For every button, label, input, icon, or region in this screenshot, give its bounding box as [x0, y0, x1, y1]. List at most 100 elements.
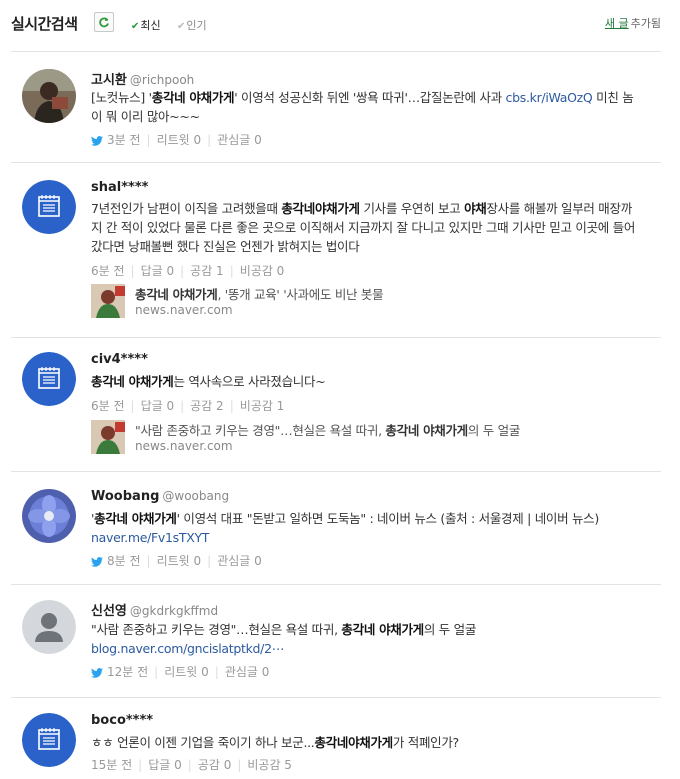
- sort-popular-label: 인기: [186, 19, 207, 32]
- sort-latest-tab[interactable]: ✔최신: [131, 17, 161, 33]
- favorite-count[interactable]: 관심글 0: [225, 665, 270, 679]
- meta-separator: |: [229, 399, 234, 413]
- body-text: "사람 존중하고 키우는 경영"…현실은 욕설 따귀,: [91, 622, 342, 637]
- post-time[interactable]: 6분 전: [91, 264, 125, 278]
- body-text: 가 적폐인가?: [392, 735, 459, 750]
- post-time[interactable]: 6분 전: [91, 399, 125, 413]
- author-name: shal****: [91, 180, 149, 195]
- check-icon: ✔: [177, 21, 186, 32]
- new-posts-notice: 새 글 추가됨: [605, 15, 661, 31]
- post-time[interactable]: 12분 전: [107, 665, 148, 679]
- post-body: '총각네 야채가게' 이영석 대표 "돈받고 일하면 도둑놈" : 네이버 뉴스…: [91, 509, 643, 547]
- section-title: 실시간검색: [11, 15, 78, 33]
- twitter-icon: [91, 136, 103, 146]
- post-author[interactable]: civ4****: [91, 352, 148, 367]
- news-title: "사람 존중하고 키우는 경영"…현실은 욕설 따귀, 총각네 야채가게의 두 …: [135, 420, 520, 439]
- meta-separator: |: [154, 665, 159, 679]
- dislike-count[interactable]: 비공감 1: [240, 399, 285, 413]
- like-count[interactable]: 공감 0: [198, 758, 232, 772]
- post-body: 총각네 야채가게는 역사속으로 사라졌습니다~: [91, 372, 643, 391]
- news-text: , '똥개 교육' '사과에도 비난 봇물: [217, 287, 384, 302]
- news-keyword: 총각네 야채가게: [135, 287, 218, 302]
- reply-count[interactable]: 답글 0: [141, 399, 175, 413]
- post-time[interactable]: 15분 전: [91, 758, 132, 772]
- twitter-icon: [91, 557, 103, 567]
- divider: [11, 51, 661, 52]
- meta-separator: |: [180, 399, 185, 413]
- default-user-icon: [22, 600, 76, 654]
- meta-separator: |: [146, 554, 151, 568]
- divider: [11, 471, 661, 472]
- body-text: ㅎㅎ 언론이 이젠 기업을 죽이기 하나 보군...: [91, 735, 315, 750]
- author-handle: @woobang: [162, 489, 230, 503]
- divider: [11, 162, 661, 163]
- body-link[interactable]: naver.me/Fv1sTXYT: [91, 530, 209, 545]
- reply-count[interactable]: 답글 0: [148, 758, 182, 772]
- body-text: 7년전인가 남편이 이직을 고려했을때: [91, 201, 282, 216]
- sort-popular-tab[interactable]: ✔인기: [177, 17, 207, 33]
- post-author[interactable]: shal****: [91, 180, 148, 195]
- post-body: ㅎㅎ 언론이 이젠 기업을 죽이기 하나 보군...총각네야채가게가 적폐인가?: [91, 733, 643, 752]
- body-keyword: 총각네 야채가게: [341, 622, 424, 637]
- retweet-count[interactable]: 리트윗 0: [157, 133, 202, 147]
- post-time[interactable]: 8분 전: [107, 554, 141, 568]
- avatar[interactable]: [22, 489, 76, 543]
- body-link[interactable]: blog.naver.com/gncislatptkd/2⋯: [91, 641, 284, 656]
- check-icon: ✔: [131, 21, 140, 32]
- refresh-button[interactable]: [94, 12, 114, 32]
- post-author[interactable]: Woobang @woobang: [91, 489, 229, 504]
- meta-separator: |: [229, 264, 234, 278]
- dislike-count[interactable]: 비공감 0: [240, 264, 285, 278]
- meta-separator: |: [138, 758, 143, 772]
- body-keyword: 총각네야채가게: [281, 201, 360, 216]
- avatar[interactable]: [22, 69, 76, 123]
- meta-separator: |: [146, 133, 151, 147]
- post-meta: 12분 전 | 리트윗 0 | 관심글 0: [91, 663, 269, 680]
- twitter-icon: [91, 668, 103, 678]
- meta-separator: |: [180, 264, 185, 278]
- body-text: [노컷뉴스] ': [91, 90, 152, 105]
- blog-icon: [22, 352, 76, 406]
- new-posts-link[interactable]: 새 글: [605, 17, 629, 30]
- post-author[interactable]: 고시환 @richpooh: [91, 69, 194, 88]
- avatar[interactable]: [22, 352, 76, 406]
- new-posts-suffix: 추가됨: [630, 17, 661, 30]
- author-name: Woobang: [91, 489, 160, 504]
- body-link[interactable]: cbs.kr/iWaOzQ: [506, 90, 593, 105]
- post-body: 7년전인가 남편이 이직을 고려했을때 총각네야채가게 기사를 우연히 보고 야…: [91, 199, 643, 256]
- news-thumbnail: [91, 420, 125, 454]
- like-count[interactable]: 공감 2: [190, 399, 224, 413]
- post-author[interactable]: 신선영 @gkdrkgkffmd: [91, 600, 218, 619]
- retweet-count[interactable]: 리트윗 0: [157, 554, 202, 568]
- sort-latest-label: 최신: [140, 19, 161, 32]
- avatar[interactable]: [22, 713, 76, 767]
- divider: [11, 337, 661, 338]
- body-text: 는 역사속으로 사라졌습니다~: [173, 374, 326, 389]
- author-handle: @richpooh: [129, 73, 195, 87]
- favorite-count[interactable]: 관심글 0: [217, 133, 262, 147]
- meta-separator: |: [187, 758, 192, 772]
- news-card[interactable]: "사람 존중하고 키우는 경영"…현실은 욕설 따귀, 총각네 야채가게의 두 …: [91, 420, 651, 456]
- author-name: 고시환: [91, 73, 127, 88]
- reply-count[interactable]: 답글 0: [141, 264, 175, 278]
- favorite-count[interactable]: 관심글 0: [217, 554, 262, 568]
- news-title: 총각네 야채가게, '똥개 교육' '사과에도 비난 봇물: [135, 284, 384, 303]
- retweet-count[interactable]: 리트윗 0: [164, 665, 209, 679]
- author-handle: @gkdrkgkffmd: [129, 604, 219, 618]
- body-keyword: 총각네 야채가게: [94, 511, 177, 526]
- avatar[interactable]: [22, 600, 76, 654]
- dislike-count[interactable]: 비공감 5: [247, 758, 292, 772]
- post-time[interactable]: 3분 전: [107, 133, 141, 147]
- avatar[interactable]: [22, 180, 76, 234]
- meta-separator: |: [237, 758, 242, 772]
- body-text: ' 이영석 대표 "돈받고 일하면 도둑놈" : 네이버 뉴스 (출처 : 서울…: [176, 511, 600, 526]
- divider: [11, 584, 661, 585]
- body-keyword: 총각네 야채가게: [151, 90, 235, 105]
- post-author[interactable]: boco****: [91, 713, 153, 728]
- news-text: "사람 존중하고 키우는 경영"…현실은 욕설 따귀,: [135, 423, 386, 438]
- meta-separator: |: [214, 665, 219, 679]
- like-count[interactable]: 공감 1: [190, 264, 224, 278]
- news-card[interactable]: 총각네 야채가게, '똥개 교육' '사과에도 비난 봇물 news.naver…: [91, 284, 651, 320]
- author-name: 신선영: [91, 604, 127, 619]
- post-meta: 3분 전 | 리트윗 0 | 관심글 0: [91, 131, 262, 148]
